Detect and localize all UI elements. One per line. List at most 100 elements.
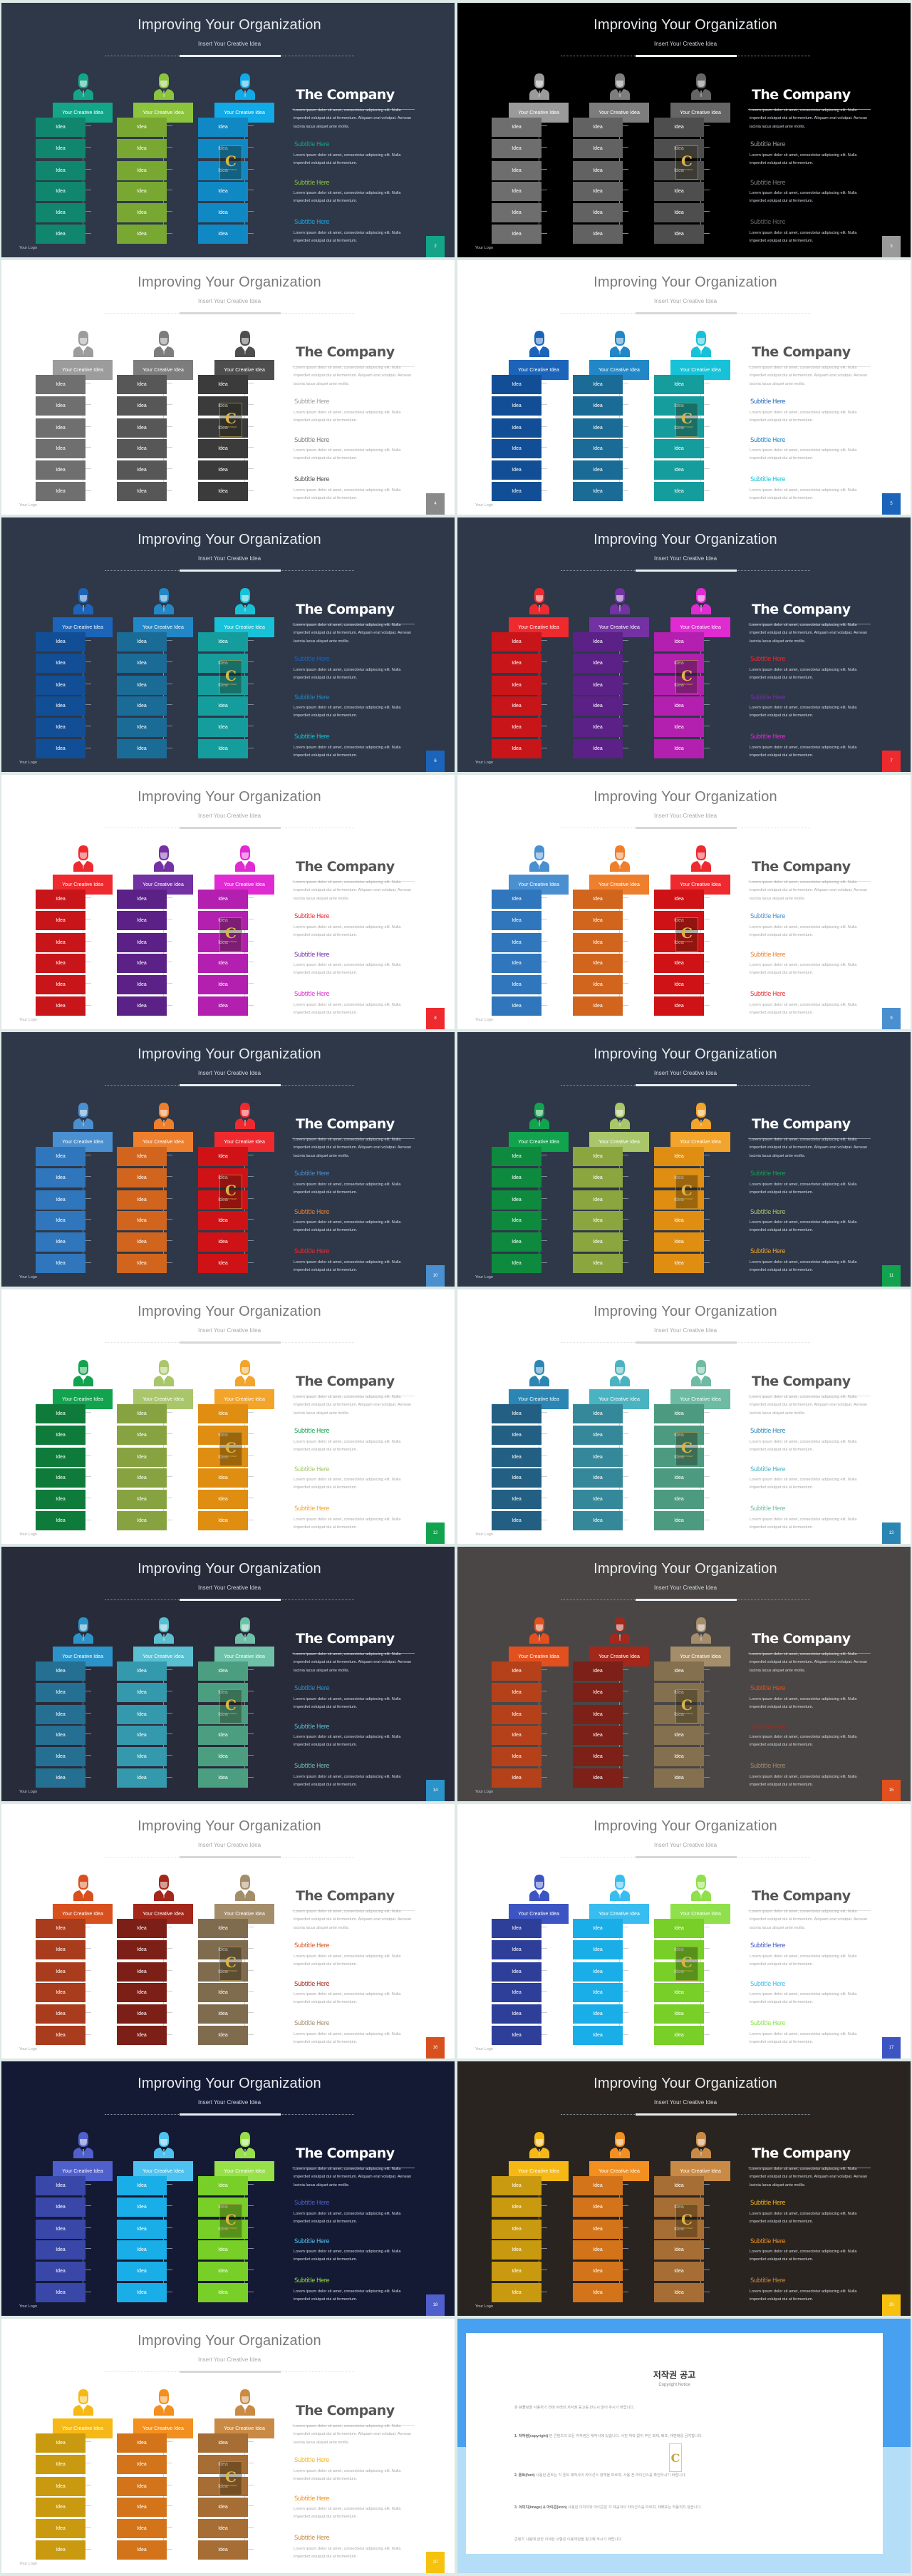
idea-box[interactable]: Idea [117, 2026, 167, 2046]
idea-box[interactable]: Idea [117, 1211, 167, 1231]
idea-box[interactable]: Idea [117, 1661, 167, 1681]
idea-box[interactable]: Idea [573, 1962, 623, 1982]
idea-box[interactable]: Idea [36, 632, 86, 651]
idea-box[interactable]: Idea [117, 482, 167, 502]
idea-box[interactable]: Idea [198, 374, 248, 394]
idea-box[interactable]: Idea [198, 696, 248, 716]
idea-box[interactable]: Idea [36, 1962, 86, 1982]
idea-box[interactable]: Idea [492, 1726, 542, 1746]
idea-box[interactable]: Idea [654, 117, 704, 137]
idea-box[interactable]: Idea [573, 225, 623, 244]
idea-box[interactable]: Idea [198, 1468, 248, 1488]
idea-box[interactable]: Idea [654, 954, 704, 974]
idea-box[interactable]: Idea [36, 1747, 86, 1767]
idea-box[interactable]: Idea [36, 2240, 86, 2260]
idea-box[interactable]: Idea [117, 1704, 167, 1724]
idea-box[interactable]: Idea [198, 1726, 248, 1746]
idea-box[interactable]: Idea [36, 182, 86, 202]
idea-box[interactable]: Idea [36, 653, 86, 673]
idea-box[interactable]: Idea [492, 1682, 542, 1702]
slide-thumbnail[interactable]: Improving Your Organization Insert Your … [1, 1804, 455, 2059]
idea-box[interactable]: Idea [117, 439, 167, 459]
idea-box[interactable]: Idea [654, 203, 704, 223]
idea-box[interactable]: Idea [36, 2476, 86, 2496]
idea-box[interactable]: Idea [492, 439, 542, 459]
idea-box[interactable]: Idea [117, 418, 167, 438]
idea-box[interactable]: Idea [117, 2283, 167, 2303]
idea-box[interactable]: Idea [573, 1768, 623, 1788]
idea-box[interactable]: Idea [36, 739, 86, 759]
idea-box[interactable]: Idea [36, 225, 86, 244]
idea-box[interactable]: Idea [573, 1939, 623, 1959]
idea-box[interactable]: Idea [198, 718, 248, 738]
slide-thumbnail[interactable]: Improving Your Organization Insert Your … [1, 775, 455, 1029]
idea-box[interactable]: Idea [492, 182, 542, 202]
idea-box[interactable]: Idea [198, 1768, 248, 1788]
idea-box[interactable]: Idea [117, 225, 167, 244]
idea-box[interactable]: Idea [654, 2240, 704, 2260]
idea-box[interactable]: Idea [492, 1962, 542, 1982]
idea-box[interactable]: Idea [492, 2004, 542, 2024]
idea-box[interactable]: Idea [492, 1918, 542, 1938]
idea-box[interactable]: Idea [36, 1939, 86, 1959]
idea-box[interactable]: Idea [117, 117, 167, 137]
idea-box[interactable]: Idea [492, 675, 542, 695]
idea-box[interactable]: Idea [573, 975, 623, 995]
idea-box[interactable]: Idea [36, 160, 86, 180]
idea-box[interactable]: Idea [492, 225, 542, 244]
idea-box[interactable]: Idea [36, 696, 86, 716]
idea-box[interactable]: Idea [198, 1146, 248, 1166]
idea-box[interactable]: Idea [198, 2283, 248, 2303]
idea-box[interactable]: Idea [573, 439, 623, 459]
idea-box[interactable]: Idea [198, 975, 248, 995]
idea-box[interactable]: Idea [117, 2519, 167, 2539]
idea-box[interactable]: Idea [492, 975, 542, 995]
idea-box[interactable]: Idea [573, 2026, 623, 2046]
idea-box[interactable]: Idea [573, 954, 623, 974]
idea-box[interactable]: Idea [36, 1511, 86, 1531]
idea-box[interactable]: Idea [492, 418, 542, 438]
idea-box[interactable]: Idea [492, 2262, 542, 2282]
idea-box[interactable]: Idea [36, 1726, 86, 1746]
idea-box[interactable]: Idea [654, 482, 704, 502]
idea-box[interactable]: Idea [36, 374, 86, 394]
idea-box[interactable]: Idea [654, 889, 704, 909]
idea-box[interactable]: Idea [117, 2262, 167, 2282]
idea-box[interactable]: Idea [36, 2283, 86, 2303]
idea-box[interactable]: Idea [198, 1983, 248, 2003]
idea-box[interactable]: Idea [198, 439, 248, 459]
idea-box[interactable]: Idea [654, 1983, 704, 2003]
idea-box[interactable]: Idea [117, 932, 167, 952]
idea-box[interactable]: Idea [117, 1425, 167, 1445]
slide-thumbnail[interactable]: Improving Your Organization Insert Your … [457, 1289, 911, 1544]
idea-box[interactable]: Idea [492, 1704, 542, 1724]
idea-box[interactable]: Idea [117, 2219, 167, 2239]
idea-box[interactable]: Idea [654, 439, 704, 459]
idea-box[interactable]: Idea [492, 632, 542, 651]
slide-thumbnail[interactable]: Improving Your Organization Insert Your … [1, 3, 455, 257]
idea-box[interactable]: Idea [36, 2175, 86, 2195]
idea-box[interactable]: Idea [492, 374, 542, 394]
idea-box[interactable]: Idea [492, 203, 542, 223]
idea-box[interactable]: Idea [198, 2433, 248, 2453]
idea-box[interactable]: Idea [654, 1661, 704, 1681]
idea-box[interactable]: Idea [198, 2498, 248, 2518]
idea-box[interactable]: Idea [654, 2175, 704, 2195]
idea-box[interactable]: Idea [573, 1704, 623, 1724]
idea-box[interactable]: Idea [117, 2433, 167, 2453]
idea-box[interactable]: Idea [117, 739, 167, 759]
idea-box[interactable]: Idea [117, 2197, 167, 2217]
idea-box[interactable]: Idea [36, 1190, 86, 1210]
idea-box[interactable]: Idea [36, 1468, 86, 1488]
idea-box[interactable]: Idea [36, 1490, 86, 1510]
idea-box[interactable]: Idea [36, 1704, 86, 1724]
idea-box[interactable]: Idea [654, 1468, 704, 1488]
idea-box[interactable]: Idea [36, 1768, 86, 1788]
idea-box[interactable]: Idea [36, 1168, 86, 1187]
idea-box[interactable]: Idea [492, 117, 542, 137]
idea-box[interactable]: Idea [36, 2454, 86, 2474]
idea-box[interactable]: Idea [117, 653, 167, 673]
idea-box[interactable]: Idea [36, 1661, 86, 1681]
slide-thumbnail[interactable]: Improving Your Organization Insert Your … [1, 517, 455, 772]
idea-box[interactable]: Idea [654, 374, 704, 394]
